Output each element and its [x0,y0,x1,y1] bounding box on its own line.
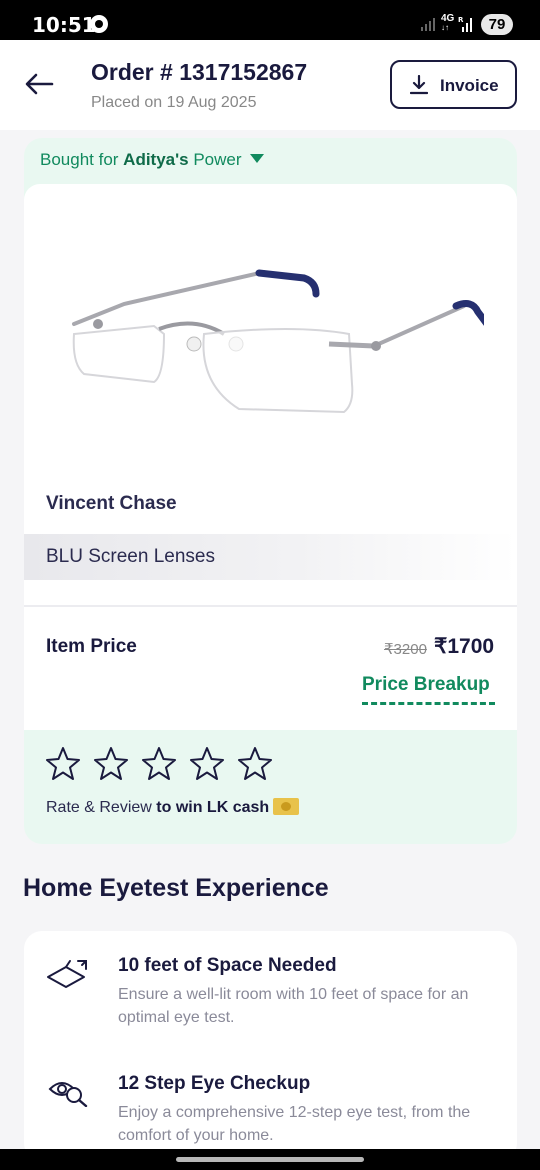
status-time: 10:51 [32,13,96,37]
order-header: Order # 1317152867 Placed on 19 Aug 2025… [0,40,540,130]
section-title: Home Eyetest Experience [23,874,329,902]
signal-icon [421,18,435,31]
status-bar: 10:51 4G ↓↑ R 79 [0,0,540,40]
star-icon-3[interactable] [141,746,177,782]
lens-info: BLU Screen Lenses [24,534,517,580]
star-icon-5[interactable] [237,746,273,782]
bought-for-selector[interactable]: Bought for Aditya's Power [40,150,264,170]
floor-space-icon [47,960,87,988]
signal-strength-icon: R [458,16,472,32]
order-placed-date: Placed on 19 Aug 2025 [91,94,257,111]
lens-name: BLU Screen Lenses [46,546,215,567]
order-title: Order # 1317152867 [91,59,308,85]
eye-search-icon [48,1082,88,1107]
divider [24,605,517,607]
invoice-label: Invoice [440,76,499,95]
eyetest-item-desc: Enjoy a comprehensive 12-step eye test, … [118,1104,471,1144]
eyetest-item-title: 10 feet of Space Needed [118,955,337,976]
eyeglasses-image[interactable] [54,264,484,414]
power-owner-name: Aditya's [123,150,189,169]
star-icon-4[interactable] [189,746,225,782]
battery-indicator: 79 [481,14,513,35]
caret-down-icon [249,154,264,163]
original-price: ₹3200 [384,641,427,658]
back-arrow-icon[interactable] [24,72,54,96]
eyetest-item-desc: Ensure a well-lit room with 10 feet of s… [118,986,469,1026]
svg-text:R: R [458,16,464,24]
eyetest-item-title: 12 Step Eye Checkup [118,1073,311,1094]
item-price-label: Item Price [46,636,137,657]
home-gesture-handle[interactable] [176,1157,364,1162]
star-icon-1[interactable] [45,746,81,782]
price-breakup-link[interactable]: Price Breakup [362,674,490,696]
product-card: Bought for Aditya's Power Vincent Chase … [24,138,517,844]
rate-review-prompt[interactable]: Rate & Review to win LK cash [46,798,300,817]
lk-cash-icon [273,798,300,815]
system-nav-bar [0,1149,540,1170]
network-type: 4G ↓↑ [441,13,455,33]
invoice-button[interactable]: Invoice [390,60,517,109]
rating-area: Rate & Review to win LK cash [24,730,517,844]
product-details: Vincent Chase BLU Screen Lenses Item Pri… [24,184,517,730]
final-price: ₹1700 [434,635,495,658]
download-icon [410,75,428,95]
product-brand: Vincent Chase [46,493,177,514]
app-notification-icon [90,15,108,33]
star-icon-2[interactable] [93,746,129,782]
price-breakup-underline [362,702,495,705]
eyetest-card: 10 feet of Space Needed Ensure a well-li… [24,931,517,1161]
